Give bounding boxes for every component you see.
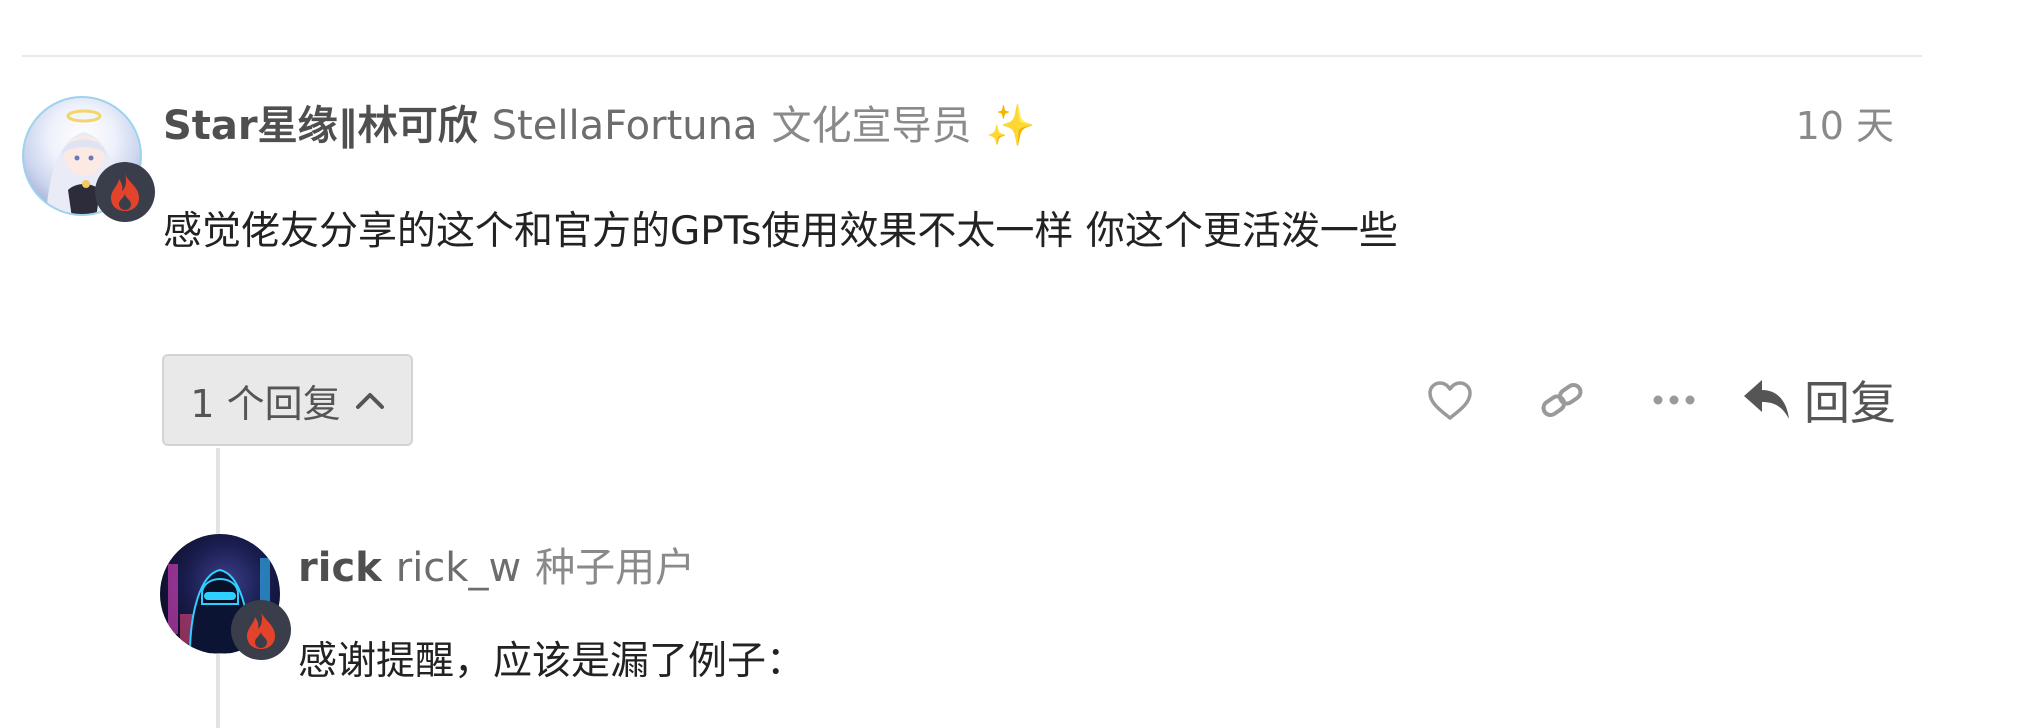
reply-arrow-icon <box>1744 380 1789 419</box>
post-flair-badge <box>95 162 155 222</box>
post-username[interactable]: StellaFortuna <box>492 103 758 149</box>
replies-count-label: 1 个回复 <box>190 381 341 426</box>
reply-button[interactable]: 回复 <box>1742 367 1896 433</box>
reply-username[interactable]: rick_w <box>396 545 521 591</box>
more-options-button[interactable] <box>1618 366 1730 434</box>
sparkles-icon: ✨ <box>985 103 1036 149</box>
chevron-up-icon <box>355 393 384 409</box>
reply-display-name[interactable]: rick <box>298 545 382 591</box>
like-button[interactable] <box>1394 366 1506 434</box>
post-display-name[interactable]: Star星缘‖林可欣 <box>163 93 478 151</box>
post-body: 感觉佬友分享的这个和官方的GPTs使用效果不太一样 你这个更活泼一些 <box>163 209 1398 254</box>
fire-icon <box>247 611 275 649</box>
post-author-line: Star星缘‖林可欣 StellaFortuna 文化宣导员 ✨ <box>163 93 1035 151</box>
post-user-title: 文化宣导员 <box>771 103 972 149</box>
show-replies-button[interactable]: 1 个回复 <box>162 354 413 446</box>
reply-body: 感谢提醒，应该是漏了例子： <box>298 639 806 684</box>
reply-flair-badge <box>231 600 291 660</box>
post-actions: 回复 <box>1394 366 1896 434</box>
post-date[interactable]: 10 天 <box>1796 95 1894 150</box>
ellipsis-icon <box>1653 395 1695 405</box>
reply-button-label: 回复 <box>1804 376 1896 430</box>
reply-author-line: rick rick_w 种子用户 <box>298 535 695 593</box>
copy-link-button[interactable] <box>1506 366 1618 434</box>
link-icon <box>1541 382 1583 418</box>
reply-user-title: 种子用户 <box>535 545 696 591</box>
fire-icon <box>111 173 139 211</box>
heart-icon <box>1428 381 1472 420</box>
top-divider <box>22 55 1922 57</box>
